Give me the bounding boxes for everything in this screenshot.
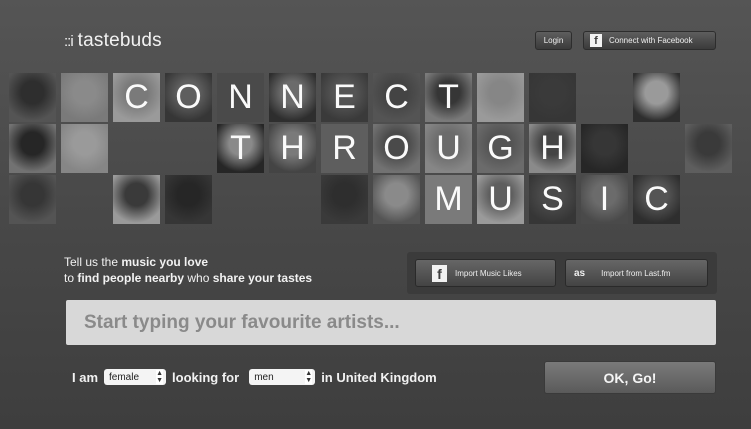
profile-photo-tile bbox=[113, 175, 160, 224]
profile-photo-tile bbox=[9, 175, 56, 224]
top-bar: ::i tastebuds Login f Connect with Facebo… bbox=[0, 0, 751, 62]
hero-letter: O bbox=[175, 78, 202, 116]
select-arrows-icon: ▲ ▼ bbox=[305, 370, 313, 384]
import-music-likes-label: Import Music Likes bbox=[455, 268, 522, 278]
hero-letter: T bbox=[438, 78, 459, 116]
connect-facebook-label: Connect with Facebook bbox=[609, 36, 693, 45]
hero-letter: T bbox=[230, 129, 251, 167]
profile-photo-tile bbox=[633, 73, 680, 122]
gender-select-value: female bbox=[109, 371, 140, 383]
artist-search-input[interactable] bbox=[82, 310, 716, 335]
intro-text-part: who bbox=[184, 271, 213, 285]
profile-photo-tile bbox=[165, 175, 212, 224]
seeking-select[interactable]: men ▲ ▼ bbox=[249, 369, 316, 385]
brand-name: tastebuds bbox=[77, 30, 162, 51]
intro-text-part: Tell us the bbox=[64, 255, 122, 269]
connect-facebook-button[interactable]: f Connect with Facebook bbox=[583, 31, 716, 50]
landing-page: ::i tastebuds Login f Connect with Facebo… bbox=[0, 0, 751, 429]
hero-letter: G bbox=[487, 129, 514, 167]
gender-select[interactable]: female ▲ ▼ bbox=[104, 369, 167, 385]
intro-text-bold: find people nearby bbox=[77, 271, 185, 285]
hero-letter: O bbox=[383, 129, 410, 167]
hero-letter: H bbox=[280, 129, 305, 167]
hero-letter: U bbox=[488, 180, 513, 218]
profile-photo-tile bbox=[373, 175, 420, 224]
import-bar: f Import Music Likes as Import from Last… bbox=[407, 252, 717, 294]
intro-text-bold: music you love bbox=[121, 255, 209, 269]
hero-letter: N bbox=[280, 78, 305, 116]
brand-logo[interactable]: ::i tastebuds bbox=[64, 30, 162, 52]
profile-photo-tile bbox=[581, 124, 628, 173]
facebook-icon: f bbox=[590, 34, 602, 47]
profile-photo-tile bbox=[477, 73, 524, 122]
profile-photo-tile bbox=[9, 124, 56, 173]
hero-letter: C bbox=[384, 78, 409, 116]
hero-letter: S bbox=[541, 180, 564, 218]
i-am-label: I am bbox=[72, 369, 99, 385]
logo-dots-icon: ::i bbox=[64, 33, 74, 50]
intro-text-bold: share your tastes bbox=[212, 271, 313, 285]
seeking-select-value: men bbox=[254, 371, 274, 383]
artist-search-box bbox=[66, 300, 716, 345]
import-music-likes-button[interactable]: f Import Music Likes bbox=[415, 259, 556, 287]
intro-text-part: to bbox=[64, 271, 78, 285]
intro-line-2: to find people nearby who share your tas… bbox=[64, 270, 312, 286]
location-label: in United Kingdom bbox=[321, 369, 437, 385]
import-lastfm-button[interactable]: as Import from Last.fm bbox=[565, 259, 708, 287]
photo-mosaic: CONNECTTHROUGHMUSIC bbox=[0, 73, 751, 227]
hero-letter: C bbox=[644, 180, 669, 218]
hero-letter: N bbox=[228, 78, 253, 116]
hero-letter: R bbox=[332, 129, 357, 167]
lastfm-icon: as bbox=[574, 267, 586, 279]
hero-letter: U bbox=[436, 129, 461, 167]
import-lastfm-label: Import from Last.fm bbox=[601, 268, 671, 278]
looking-for-label: looking for bbox=[172, 369, 240, 385]
profile-photo-tile bbox=[9, 73, 56, 122]
profile-photo-tile bbox=[61, 124, 108, 173]
facebook-icon: f bbox=[432, 264, 447, 282]
intro-line-1: Tell us the music you love bbox=[64, 254, 312, 270]
profile-photo-tile bbox=[685, 124, 732, 173]
hero-letter: I bbox=[599, 180, 610, 218]
hero-letter: M bbox=[434, 180, 463, 218]
preferences-row: I am female ▲ ▼ looking for men ▲ ▼ in Uni… bbox=[72, 369, 437, 385]
select-arrows-icon: ▲ ▼ bbox=[156, 370, 164, 384]
profile-photo-tile bbox=[61, 73, 108, 122]
hero-letter: C bbox=[124, 78, 149, 116]
profile-photo-tile bbox=[321, 175, 368, 224]
ok-go-button[interactable]: OK, Go! bbox=[544, 361, 716, 394]
hero-letter: H bbox=[540, 129, 565, 167]
login-button[interactable]: Login bbox=[535, 31, 572, 50]
hero-letter: E bbox=[333, 78, 356, 116]
profile-photo-tile bbox=[529, 73, 576, 122]
intro-text: Tell us the music you love to find peopl… bbox=[64, 254, 312, 286]
